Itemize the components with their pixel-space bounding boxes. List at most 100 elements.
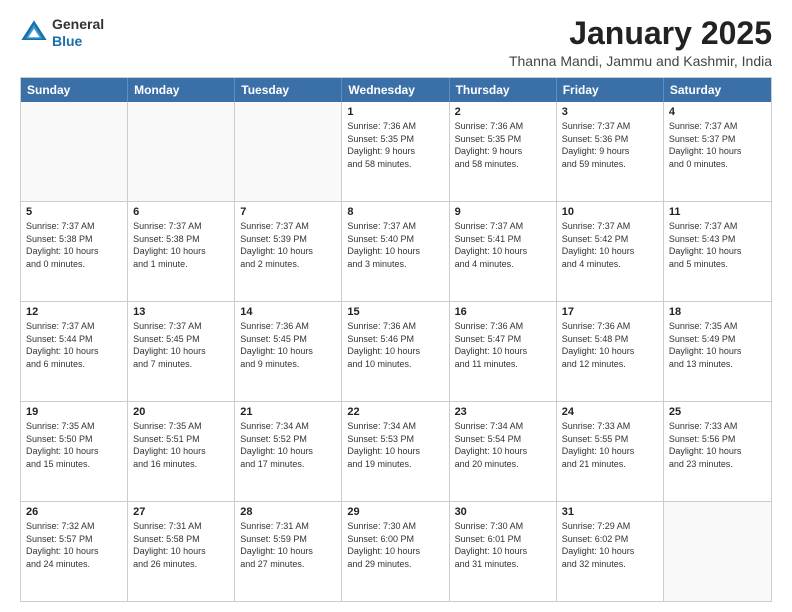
day-info-4: Sunrise: 7:37 AM Sunset: 5:37 PM Dayligh… xyxy=(669,120,766,170)
day-info-28: Sunrise: 7:31 AM Sunset: 5:59 PM Dayligh… xyxy=(240,520,336,570)
logo-blue-text: Blue xyxy=(52,33,82,49)
day-number-31: 31 xyxy=(562,506,658,518)
weekday-header-sunday: Sunday xyxy=(21,78,128,102)
day-number-7: 7 xyxy=(240,206,336,218)
calendar-row-5: 26Sunrise: 7:32 AM Sunset: 5:57 PM Dayli… xyxy=(21,501,771,601)
day-number-6: 6 xyxy=(133,206,229,218)
day-info-9: Sunrise: 7:37 AM Sunset: 5:41 PM Dayligh… xyxy=(455,220,551,270)
day-info-25: Sunrise: 7:33 AM Sunset: 5:56 PM Dayligh… xyxy=(669,420,766,470)
weekday-header-saturday: Saturday xyxy=(664,78,771,102)
weekday-header-thursday: Thursday xyxy=(450,78,557,102)
day-cell-14: 14 Sunrise: 7:36 AM Sunset: 5:45 PM Dayli… xyxy=(235,302,342,401)
day-info-23: Sunrise: 7:34 AM Sunset: 5:54 PM Dayligh… xyxy=(455,420,551,470)
day-info-10: Sunrise: 7:37 AM Sunset: 5:42 PM Dayligh… xyxy=(562,220,658,270)
day-info-3: Sunrise: 7:37 AM Sunset: 5:36 PM Dayligh… xyxy=(562,120,658,170)
day-info-29: Sunrise: 7:30 AM Sunset: 6:00 PM Dayligh… xyxy=(347,520,443,570)
empty-cell xyxy=(21,102,128,201)
logo-general-text: General xyxy=(52,16,104,32)
day-info-1: Sunrise: 7:36 AM Sunset: 5:35 PM Dayligh… xyxy=(347,120,443,170)
day-info-6: Sunrise: 7:37 AM Sunset: 5:38 PM Dayligh… xyxy=(133,220,229,270)
day-cell-31: 31 Sunrise: 7:29 AM Sunset: 6:02 PM Dayli… xyxy=(557,502,664,601)
day-info-30: Sunrise: 7:30 AM Sunset: 6:01 PM Dayligh… xyxy=(455,520,551,570)
logo-icon xyxy=(20,19,48,47)
day-info-22: Sunrise: 7:34 AM Sunset: 5:53 PM Dayligh… xyxy=(347,420,443,470)
day-cell-24: 24 Sunrise: 7:33 AM Sunset: 5:55 PM Dayli… xyxy=(557,402,664,501)
logo: General Blue xyxy=(20,16,104,50)
day-cell-30: 30 Sunrise: 7:30 AM Sunset: 6:01 PM Dayli… xyxy=(450,502,557,601)
day-cell-23: 23Sunrise: 7:34 AM Sunset: 5:54 PM Dayli… xyxy=(450,402,557,501)
day-info-11: Sunrise: 7:37 AM Sunset: 5:43 PM Dayligh… xyxy=(669,220,766,270)
day-number-12: 12 xyxy=(26,306,122,318)
day-number-11: 11 xyxy=(669,206,766,218)
day-info-17: Sunrise: 7:36 AM Sunset: 5:48 PM Dayligh… xyxy=(562,320,658,370)
day-cell-9: 9 Sunrise: 7:37 AM Sunset: 5:41 PM Daylig… xyxy=(450,202,557,301)
day-cell-10: 10 Sunrise: 7:37 AM Sunset: 5:42 PM Dayli… xyxy=(557,202,664,301)
day-number-22: 22 xyxy=(347,406,443,418)
calendar-row-2: 5 Sunrise: 7:37 AM Sunset: 5:38 PM Daylig… xyxy=(21,201,771,301)
day-number-30: 30 xyxy=(455,506,551,518)
calendar-header: SundayMondayTuesdayWednesdayThursdayFrid… xyxy=(21,78,771,102)
day-cell-18: 18 Sunrise: 7:35 AM Sunset: 5:49 PM Dayli… xyxy=(664,302,771,401)
weekday-header-wednesday: Wednesday xyxy=(342,78,449,102)
day-cell-16: 16 Sunrise: 7:36 AM Sunset: 5:47 PM Dayli… xyxy=(450,302,557,401)
day-number-16: 16 xyxy=(455,306,551,318)
day-number-24: 24 xyxy=(562,406,658,418)
day-info-2: Sunrise: 7:36 AM Sunset: 5:35 PM Dayligh… xyxy=(455,120,551,170)
day-cell-22: 22 Sunrise: 7:34 AM Sunset: 5:53 PM Dayli… xyxy=(342,402,449,501)
day-cell-6: 6 Sunrise: 7:37 AM Sunset: 5:38 PM Daylig… xyxy=(128,202,235,301)
header: General Blue January 2025 Thanna Mandi, … xyxy=(20,16,772,69)
day-number-5: 5 xyxy=(26,206,122,218)
day-number-10: 10 xyxy=(562,206,658,218)
day-cell-13: 13 Sunrise: 7:37 AM Sunset: 5:45 PM Dayli… xyxy=(128,302,235,401)
day-info-7: Sunrise: 7:37 AM Sunset: 5:39 PM Dayligh… xyxy=(240,220,336,270)
day-cell-25: 25 Sunrise: 7:33 AM Sunset: 5:56 PM Dayli… xyxy=(664,402,771,501)
day-cell-28: 28 Sunrise: 7:31 AM Sunset: 5:59 PM Dayli… xyxy=(235,502,342,601)
day-info-20: Sunrise: 7:35 AM Sunset: 5:51 PM Dayligh… xyxy=(133,420,229,470)
day-number-9: 9 xyxy=(455,206,551,218)
empty-cell xyxy=(235,102,342,201)
day-cell-17: 17 Sunrise: 7:36 AM Sunset: 5:48 PM Dayli… xyxy=(557,302,664,401)
calendar-row-4: 19Sunrise: 7:35 AM Sunset: 5:50 PM Dayli… xyxy=(21,401,771,501)
day-number-25: 25 xyxy=(669,406,766,418)
day-cell-2: 2 Sunrise: 7:36 AM Sunset: 5:35 PM Daylig… xyxy=(450,102,557,201)
day-cell-8: 8Sunrise: 7:37 AM Sunset: 5:40 PM Daylig… xyxy=(342,202,449,301)
day-number-14: 14 xyxy=(240,306,336,318)
day-cell-29: 29 Sunrise: 7:30 AM Sunset: 6:00 PM Dayli… xyxy=(342,502,449,601)
day-info-12: Sunrise: 7:37 AM Sunset: 5:44 PM Dayligh… xyxy=(26,320,122,370)
calendar-row-1: 1 Sunrise: 7:36 AM Sunset: 5:35 PM Daylig… xyxy=(21,102,771,201)
day-cell-26: 26Sunrise: 7:32 AM Sunset: 5:57 PM Dayli… xyxy=(21,502,128,601)
day-info-24: Sunrise: 7:33 AM Sunset: 5:55 PM Dayligh… xyxy=(562,420,658,470)
day-number-13: 13 xyxy=(133,306,229,318)
day-number-19: 19 xyxy=(26,406,122,418)
calendar-body: 1 Sunrise: 7:36 AM Sunset: 5:35 PM Daylig… xyxy=(21,102,771,601)
day-cell-27: 27Sunrise: 7:31 AM Sunset: 5:58 PM Dayli… xyxy=(128,502,235,601)
day-info-13: Sunrise: 7:37 AM Sunset: 5:45 PM Dayligh… xyxy=(133,320,229,370)
day-info-31: Sunrise: 7:29 AM Sunset: 6:02 PM Dayligh… xyxy=(562,520,658,570)
weekday-header-friday: Friday xyxy=(557,78,664,102)
day-info-18: Sunrise: 7:35 AM Sunset: 5:49 PM Dayligh… xyxy=(669,320,766,370)
day-info-26: Sunrise: 7:32 AM Sunset: 5:57 PM Dayligh… xyxy=(26,520,122,570)
day-cell-4: 4Sunrise: 7:37 AM Sunset: 5:37 PM Daylig… xyxy=(664,102,771,201)
day-number-21: 21 xyxy=(240,406,336,418)
day-number-28: 28 xyxy=(240,506,336,518)
empty-cell xyxy=(664,502,771,601)
day-cell-12: 12 Sunrise: 7:37 AM Sunset: 5:44 PM Dayli… xyxy=(21,302,128,401)
day-info-14: Sunrise: 7:36 AM Sunset: 5:45 PM Dayligh… xyxy=(240,320,336,370)
page: General Blue January 2025 Thanna Mandi, … xyxy=(0,0,792,612)
day-number-2: 2 xyxy=(455,106,551,118)
day-number-20: 20 xyxy=(133,406,229,418)
day-info-16: Sunrise: 7:36 AM Sunset: 5:47 PM Dayligh… xyxy=(455,320,551,370)
logo-text: General Blue xyxy=(52,16,104,50)
day-number-1: 1 xyxy=(347,106,443,118)
day-info-27: Sunrise: 7:31 AM Sunset: 5:58 PM Dayligh… xyxy=(133,520,229,570)
day-cell-20: 20 Sunrise: 7:35 AM Sunset: 5:51 PM Dayli… xyxy=(128,402,235,501)
day-number-17: 17 xyxy=(562,306,658,318)
day-number-29: 29 xyxy=(347,506,443,518)
day-info-15: Sunrise: 7:36 AM Sunset: 5:46 PM Dayligh… xyxy=(347,320,443,370)
title-block: January 2025 Thanna Mandi, Jammu and Kas… xyxy=(509,16,772,69)
day-number-15: 15 xyxy=(347,306,443,318)
day-cell-19: 19Sunrise: 7:35 AM Sunset: 5:50 PM Dayli… xyxy=(21,402,128,501)
day-number-18: 18 xyxy=(669,306,766,318)
day-cell-21: 21Sunrise: 7:34 AM Sunset: 5:52 PM Dayli… xyxy=(235,402,342,501)
calendar-row-3: 12 Sunrise: 7:37 AM Sunset: 5:44 PM Dayli… xyxy=(21,301,771,401)
